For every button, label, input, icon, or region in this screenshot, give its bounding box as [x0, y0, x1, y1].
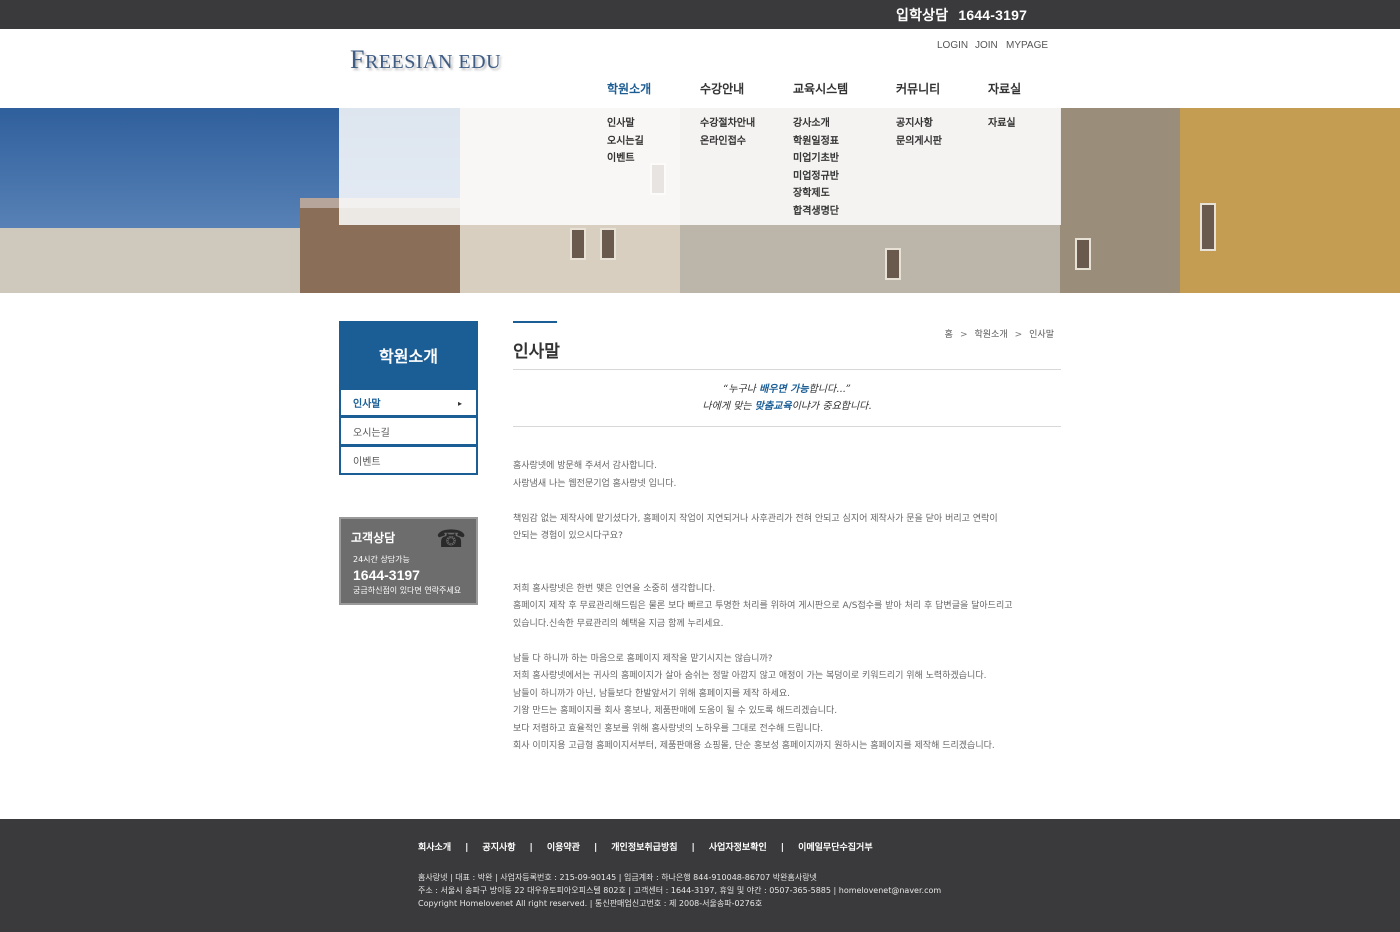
consult-label: 입학상담 [896, 7, 949, 23]
paragraph: 책임감 없는 제작사에 맡기셨다가, 홈페이지 작업이 지연되거나 사후관리가 … [513, 513, 998, 542]
breadcrumb-home[interactable]: 홈 [945, 330, 953, 340]
footer-links: 회사소개 | 공지사항 | 이용약관 | 개인정보취급방침 | 사업자정보확인 | 이메일무단수집거… [418, 843, 873, 853]
submenu-academy-intro: 인사말 오시는길 이벤트 [607, 115, 644, 168]
footer-company-info: 홈사랑넷 | 대표 : 박완 | 사업자등록번호 : 215-09-90145 … [418, 873, 942, 908]
greeting-text: 홈사랑넷에 방문해 주셔서 감사합니다. 사랑냄새 나는 웹전문기업 홈사랑넷 … [513, 458, 1061, 773]
submenu-item[interactable]: 강사소개 [793, 115, 839, 133]
footer-link-notice[interactable]: 공지사항 [482, 843, 515, 853]
site-logo[interactable]: FREESIAN EDU [350, 45, 501, 75]
divider [513, 426, 1061, 427]
side-nav-item-label: 오시는길 [353, 427, 390, 439]
customer-service-banner[interactable]: 고객상담 ☎ 24시간 상담가능 1644-3197 궁금하신점이 있다면 연락… [339, 517, 478, 605]
submenu-item[interactable]: 온라인접수 [700, 133, 755, 151]
submenu-item[interactable]: 미업기초반 [793, 150, 839, 168]
submenu-item[interactable]: 자료실 [988, 115, 1016, 133]
submenu-item[interactable]: 장학제도 [793, 185, 839, 203]
submenu-item[interactable]: 이벤트 [607, 150, 644, 168]
cs-description: 궁금하신점이 있다면 연락주세요 [353, 586, 462, 595]
consult-number: 1644-3197 [958, 7, 1028, 23]
consult-phone: 입학상담 1644-3197 [896, 5, 1027, 25]
footer-link-company[interactable]: 회사소개 [418, 843, 451, 853]
submenu-item[interactable]: 문의게시판 [896, 133, 942, 151]
breadcrumb: 홈 > 학원소개 > 인사말 [945, 327, 1054, 340]
footer-link-business-info[interactable]: 사업자정보확인 [709, 843, 767, 853]
cs-title: 고객상담 [351, 531, 396, 545]
gnb-education-system[interactable]: 교육시스템 [793, 80, 848, 97]
breadcrumb-current: 인사말 [1029, 330, 1054, 340]
chevron-right-icon: > [1014, 330, 1023, 340]
divider [513, 369, 1061, 370]
submenu-course-guide: 수강절차안내 온라인접수 [700, 115, 755, 150]
chevron-right-icon: > [959, 330, 968, 340]
paragraph: 남들 다 하니까 하는 마음으로 홈페이지 제작을 맡기시지는 않습니까? 저희… [513, 653, 995, 752]
login-link[interactable]: LOGIN [937, 40, 968, 51]
side-nav-item-greeting[interactable]: 인사말 ▸ [339, 388, 478, 417]
submenu-item[interactable]: 미업정규반 [793, 168, 839, 186]
submenu-item[interactable]: 오시는길 [607, 133, 644, 151]
side-nav-item-directions[interactable]: 오시는길 [339, 417, 478, 446]
side-nav-item-label: 인사말 [353, 399, 381, 410]
telephone-icon: ☎ [436, 525, 466, 553]
cs-phone-number: 1644-3197 [353, 567, 420, 583]
side-nav-item-event[interactable]: 이벤트 [339, 446, 478, 475]
submenu-item[interactable]: 학원일정표 [793, 133, 839, 151]
gnb-course-guide[interactable]: 수강안내 [700, 80, 744, 97]
slogan: “누구나 배우면 가능합니다...” 나에게 맞는 맞춤교육이냐가 중요합니다. [702, 384, 872, 412]
title-accent-bar [513, 321, 557, 323]
gnb-academy-intro[interactable]: 학원소개 [607, 80, 651, 97]
submenu-community: 공지사항 문의게시판 [896, 115, 942, 150]
submenu-item[interactable]: 수강절차안내 [700, 115, 755, 133]
top-bar: 입학상담 1644-3197 [0, 0, 1400, 29]
cs-availability: 24시간 상담가능 [353, 555, 410, 564]
gnb-archive[interactable]: 자료실 [988, 80, 1021, 97]
side-nav-title: 학원소개 [339, 321, 478, 388]
submenu-item[interactable]: 인사말 [607, 115, 644, 133]
paragraph: 홈사랑넷에 방문해 주셔서 감사합니다. 사랑냄새 나는 웹전문기업 홈사랑넷 … [513, 461, 677, 489]
submenu-archive: 자료실 [988, 115, 1016, 133]
join-link[interactable]: JOIN [975, 40, 998, 51]
arrow-right-icon: ▸ [457, 399, 462, 408]
side-nav-item-label: 이벤트 [353, 456, 381, 468]
submenu-item[interactable]: 공지사항 [896, 115, 942, 133]
footer: 회사소개 | 공지사항 | 이용약관 | 개인정보취급방침 | 사업자정보확인 | 이메일무단수집거… [0, 819, 1400, 932]
submenu-education-system: 강사소개 학원일정표 미업기초반 미업정규반 장학제도 합격생명단 [793, 115, 839, 220]
mypage-link[interactable]: MYPAGE [1006, 40, 1048, 51]
footer-link-privacy[interactable]: 개인정보취급방침 [611, 843, 677, 853]
footer-link-terms[interactable]: 이용약관 [547, 843, 580, 853]
gnb-community[interactable]: 커뮤니티 [896, 80, 940, 97]
footer-link-email-policy[interactable]: 이메일무단수집거부 [798, 843, 873, 853]
paragraph: 저희 홈사랑넷은 한번 맺은 인연을 소중히 생각합니다. 홈페이지 제작 후 … [513, 583, 1013, 629]
breadcrumb-section[interactable]: 학원소개 [974, 330, 1007, 340]
page-title: 인사말 [513, 342, 560, 362]
header: FREESIAN EDU LOGIN JOIN MYPAGE 학원소개 수강안내… [0, 29, 1400, 108]
gnb-submenu-panel: 인사말 오시는길 이벤트 수강절차안내 온라인접수 강사소개 학원일정표 미업기… [339, 108, 1061, 225]
submenu-item[interactable]: 합격생명단 [793, 203, 839, 221]
side-navigation: 학원소개 인사말 ▸ 오시는길 이벤트 [339, 321, 478, 475]
